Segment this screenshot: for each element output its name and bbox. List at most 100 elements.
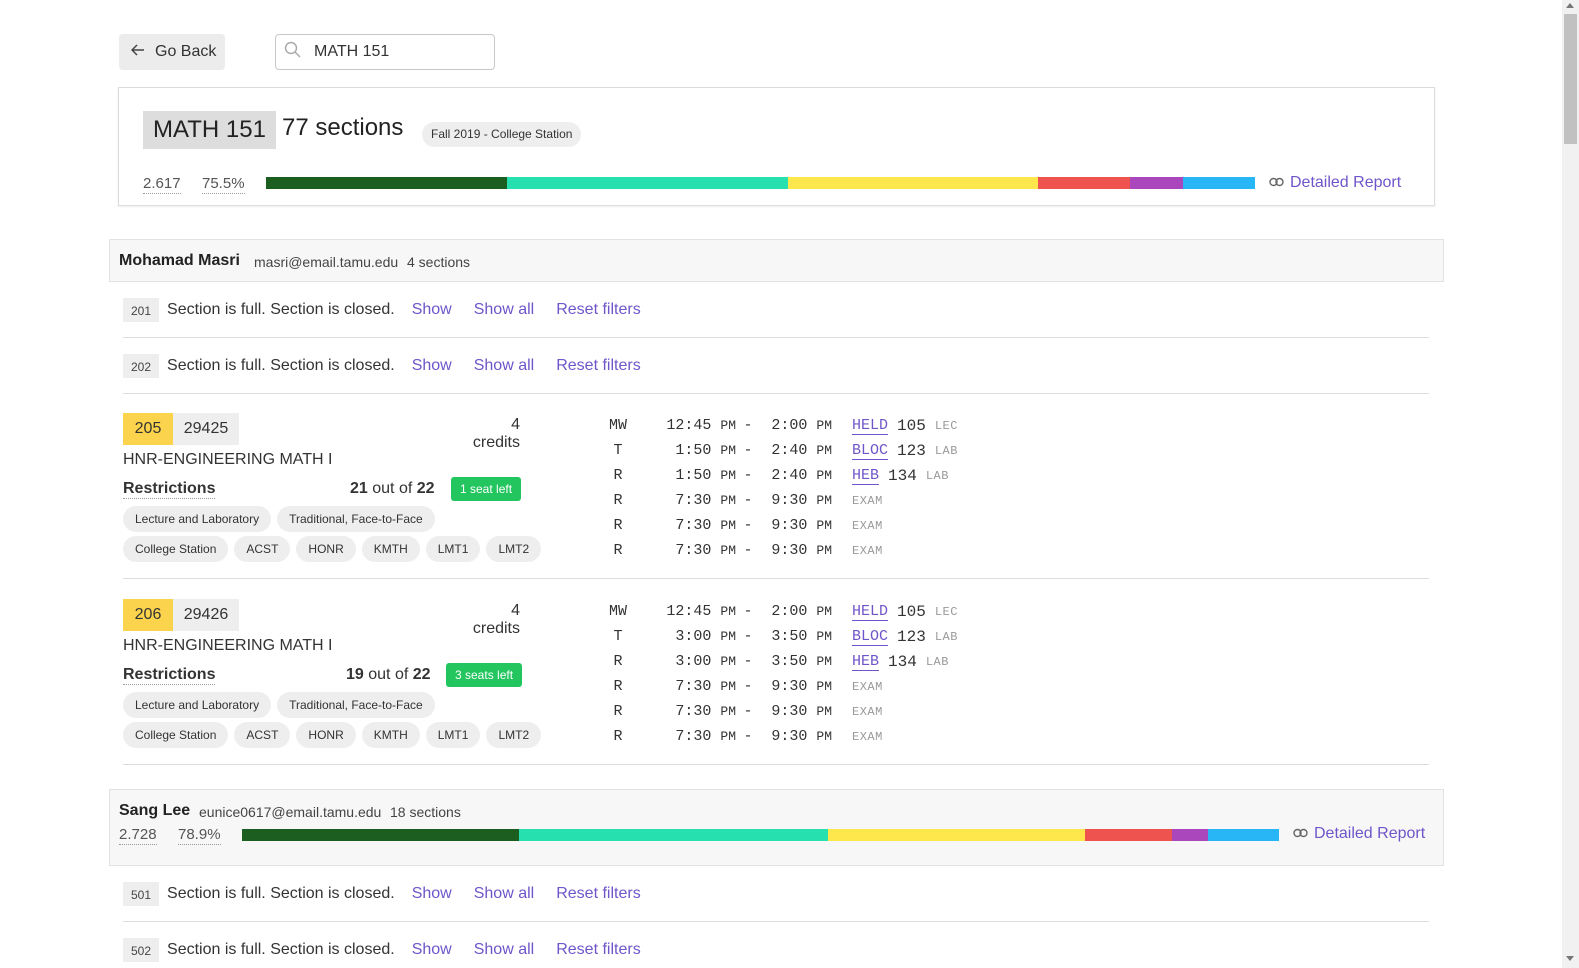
tag: LMT1 <box>425 722 481 748</box>
reset-filters-link[interactable]: Reset filters <box>556 301 640 319</box>
professor-section-count: 18 sections <box>390 804 461 820</box>
end-ampm: PM <box>816 654 832 669</box>
meeting-type: LEC <box>934 604 958 619</box>
professor-header: Sang Lee eunice0617@email.tamu.edu 18 se… <box>109 789 1444 866</box>
end-time: 2:40 <box>771 442 808 459</box>
meeting-row: R 7:30 PM - 9:30 PM EXAM <box>598 488 958 513</box>
show-all-link[interactable]: Show all <box>474 357 534 375</box>
seats-out-of: out of <box>368 666 409 683</box>
meeting-days: R <box>613 653 623 670</box>
building-link[interactable]: BLOC <box>852 628 889 646</box>
end-time: 3:50 <box>771 653 808 670</box>
meeting-start: 7:30 PM <box>638 492 736 509</box>
room-number: 123 <box>897 441 926 460</box>
meeting-days: R <box>613 678 623 695</box>
meeting-row: R 7:30 PM - 9:30 PM EXAM <box>598 513 958 538</box>
time-separator: - <box>743 628 753 645</box>
room-number: 134 <box>888 466 917 485</box>
room-number: 105 <box>897 602 926 621</box>
section-number-badge: 206 <box>123 599 173 631</box>
show-all-link[interactable]: Show all <box>474 301 534 319</box>
room-number: 123 <box>897 627 926 646</box>
time-separator: - <box>743 417 753 434</box>
building-link[interactable]: HELD <box>852 417 889 435</box>
search-input[interactable] <box>314 43 474 61</box>
start-time: 7:30 <box>675 678 712 695</box>
start-ampm: PM <box>720 443 736 458</box>
meeting-row: T 1:50 PM - 2:40 PM BLOC 123 LAB <box>598 438 958 463</box>
professor-email: masri@email.tamu.edu <box>254 254 399 270</box>
meeting-end: 2:00 PM <box>760 603 832 620</box>
show-link[interactable]: Show <box>412 301 452 319</box>
reset-filters-link[interactable]: Reset filters <box>556 941 640 959</box>
start-time: 1:50 <box>675 467 712 484</box>
meeting-start: 7:30 PM <box>638 678 736 695</box>
grade-distribution-bar[interactable] <box>242 829 1279 841</box>
building-link[interactable]: HEB <box>852 653 880 671</box>
reset-filters-link[interactable]: Reset filters <box>556 357 640 375</box>
meeting-end: 2:40 PM <box>760 467 832 484</box>
grade-distribution-bar[interactable] <box>266 177 1255 189</box>
page-scrollbar[interactable] <box>1562 0 1579 968</box>
end-time: 9:30 <box>771 728 808 745</box>
tag: LMT1 <box>425 536 481 562</box>
restrictions-toggle[interactable]: Restrictions <box>123 666 216 685</box>
meeting-start: 3:00 PM <box>638 653 736 670</box>
building-link[interactable]: BLOC <box>852 442 889 460</box>
closed-section-row: 501 Section is full. Section is closed. … <box>123 866 1429 922</box>
course-pass-rate[interactable]: 75.5% <box>202 175 245 194</box>
professor-name: Sang Lee <box>119 802 191 819</box>
grade-segment-f <box>1130 177 1183 189</box>
grade-segment-b <box>518 829 828 841</box>
reset-filters-link[interactable]: Reset filters <box>556 885 640 903</box>
start-time: 7:30 <box>675 542 712 559</box>
show-link[interactable]: Show <box>412 941 452 959</box>
professor-header: Mohamad Masri masri@email.tamu.edu 4 sec… <box>109 239 1444 282</box>
seats-capacity: 22 <box>412 666 431 683</box>
meeting-days: MW <box>608 417 627 434</box>
professor-gpa[interactable]: 2.728 <box>119 826 157 845</box>
course-search[interactable] <box>275 34 495 70</box>
start-ampm: PM <box>720 704 736 719</box>
professor-pass-rate[interactable]: 78.9% <box>178 826 221 845</box>
meeting-days: R <box>613 703 623 720</box>
time-separator: - <box>743 467 753 484</box>
grade-segment-c <box>788 177 1039 189</box>
course-gpa[interactable]: 2.617 <box>143 175 181 194</box>
start-ampm: PM <box>720 679 736 694</box>
meeting-type: EXAM <box>852 543 883 558</box>
building-link[interactable]: HELD <box>852 603 889 621</box>
go-back-button[interactable]: Go Back <box>119 34 225 70</box>
scrollbar-thumb[interactable] <box>1564 14 1577 144</box>
meeting-type: LEC <box>934 418 958 433</box>
building-link[interactable]: HEB <box>852 467 880 485</box>
section-card: 206 29426 4 credits HNR-ENGINEERING MATH… <box>123 599 1429 765</box>
scroll-up-arrow-icon[interactable] <box>1566 3 1574 8</box>
show-all-link[interactable]: Show all <box>474 885 534 903</box>
show-link[interactable]: Show <box>412 357 452 375</box>
meeting-type: LAB <box>925 468 949 483</box>
time-separator: - <box>743 678 753 695</box>
grade-segment-q <box>1208 829 1279 841</box>
show-link[interactable]: Show <box>412 885 452 903</box>
tag: LMT2 <box>486 722 542 748</box>
meeting-row: R 1:50 PM - 2:40 PM HEB 134 LAB <box>598 463 958 488</box>
show-all-link[interactable]: Show all <box>474 941 534 959</box>
closed-message: Section is full. Section is closed. <box>167 884 395 902</box>
meeting-end: 3:50 PM <box>760 628 832 645</box>
start-ampm: PM <box>720 418 736 433</box>
meeting-type: EXAM <box>852 704 883 719</box>
start-time: 12:45 <box>666 603 712 620</box>
detailed-report-label: Detailed Report <box>1314 825 1426 842</box>
grade-segment-q <box>1182 177 1255 189</box>
scroll-down-arrow-icon[interactable] <box>1566 956 1574 961</box>
link-icon <box>1269 174 1284 192</box>
detailed-report-link[interactable]: Detailed Report <box>1293 825 1425 843</box>
end-ampm: PM <box>816 418 832 433</box>
tag: Traditional, Face-to-Face <box>277 692 435 718</box>
meeting-times: MW 12:45 PM - 2:00 PM HELD 105 LEC T 1:5… <box>598 413 958 563</box>
grade-segment-d <box>1038 177 1131 189</box>
restrictions-toggle[interactable]: Restrictions <box>123 480 216 499</box>
detailed-report-link[interactable]: Detailed Report <box>1269 174 1401 192</box>
tag: KMTH <box>361 536 420 562</box>
